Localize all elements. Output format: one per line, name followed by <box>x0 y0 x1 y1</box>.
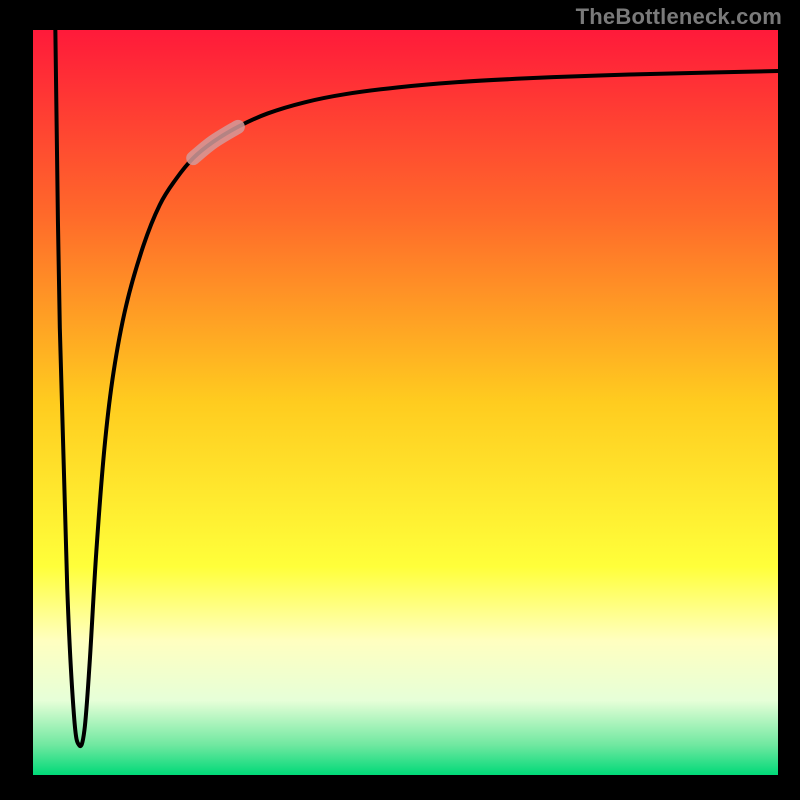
frame-right <box>778 0 800 800</box>
plot-background <box>33 30 778 775</box>
frame-bottom <box>0 775 800 800</box>
frame-left <box>0 0 33 800</box>
bottleneck-plot <box>0 0 800 800</box>
chart-stage: TheBottleneck.com <box>0 0 800 800</box>
watermark-text: TheBottleneck.com <box>576 4 782 30</box>
